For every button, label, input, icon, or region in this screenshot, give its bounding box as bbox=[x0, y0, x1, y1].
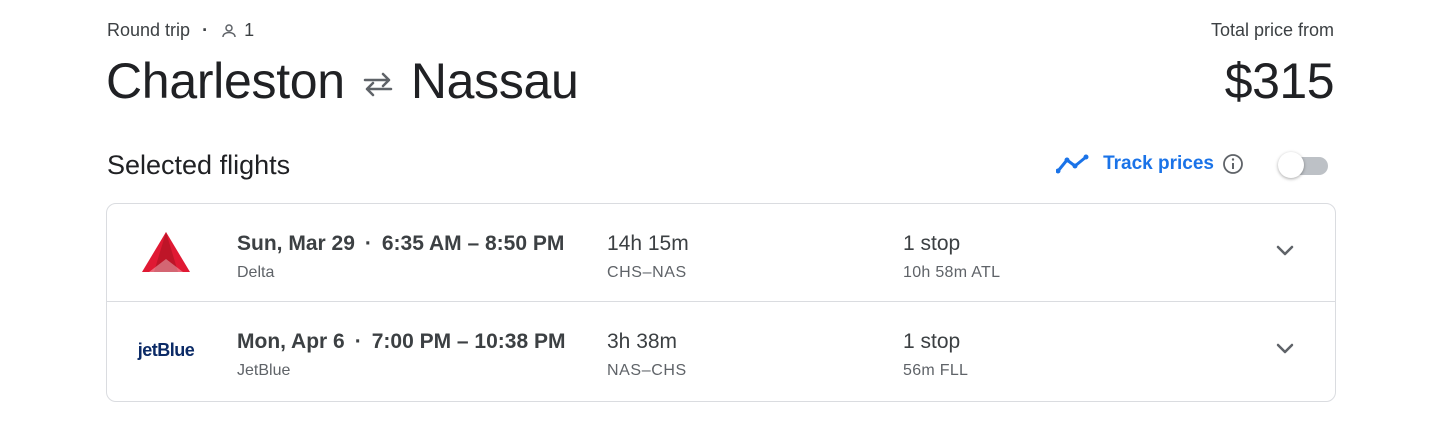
route-heading: Charleston Nassau bbox=[106, 52, 579, 110]
chevron-down-icon[interactable] bbox=[1275, 342, 1295, 356]
flight-date: Sun, Mar 29 bbox=[237, 232, 355, 255]
stop-count: 1 stop bbox=[903, 232, 961, 255]
info-icon[interactable] bbox=[1222, 153, 1244, 175]
jetblue-logo-text: jetBlue bbox=[137, 339, 195, 360]
flight-row-outbound[interactable]: Sun, Mar 29 · 6:35 AM – 8:50 PM Delta 14h … bbox=[107, 204, 1335, 302]
trend-line-icon bbox=[1056, 154, 1089, 174]
chevron-down-icon[interactable] bbox=[1275, 244, 1295, 258]
selected-flights-card: Sun, Mar 29 · 6:35 AM – 8:50 PM Delta 14h … bbox=[106, 203, 1336, 402]
stop-count: 1 stop bbox=[903, 330, 961, 353]
delta-logo-icon bbox=[142, 232, 190, 272]
flight-times: Sun, Mar 29 · 6:35 AM – 8:50 PM bbox=[237, 232, 564, 256]
dot-separator: · bbox=[364, 232, 372, 255]
flight-date: Mon, Apr 6 bbox=[237, 330, 345, 353]
airline-name: Delta bbox=[237, 264, 275, 281]
trip-meta: Round trip · 1 bbox=[107, 20, 254, 41]
flight-times: Mon, Apr 6 · 7:00 PM – 10:38 PM bbox=[237, 330, 565, 354]
section-title: Selected flights bbox=[107, 150, 291, 180]
track-prices: Track prices bbox=[1056, 150, 1330, 178]
delta-logo bbox=[139, 228, 193, 276]
trip-type: Round trip bbox=[107, 20, 191, 40]
flight-time-range: 6:35 AM – 8:50 PM bbox=[381, 232, 565, 255]
price-label: Total price from bbox=[1210, 20, 1334, 40]
flight-duration: 14h 15m bbox=[607, 232, 689, 255]
flight-row-return[interactable]: jetBlue Mon, Apr 6 · 7:00 PM – 10:38 PM Je… bbox=[107, 302, 1335, 400]
meta-separator: · bbox=[202, 20, 209, 40]
layover-info: 56m FLL bbox=[903, 362, 969, 379]
flight-time-range: 7:00 PM – 10:38 PM bbox=[371, 330, 566, 353]
toggle-knob bbox=[1278, 152, 1304, 178]
dot-separator: · bbox=[354, 330, 362, 353]
track-prices-toggle[interactable] bbox=[1278, 150, 1330, 178]
person-icon bbox=[222, 23, 236, 37]
total-price: $315 bbox=[1224, 53, 1335, 109]
airline-name: JetBlue bbox=[237, 362, 291, 379]
swap-arrows-icon bbox=[363, 72, 393, 97]
jetblue-logo: jetBlue bbox=[137, 326, 195, 374]
route-code: CHS–NAS bbox=[607, 264, 687, 281]
route-code: NAS–CHS bbox=[607, 362, 687, 379]
destination-city: Nassau bbox=[410, 53, 579, 109]
track-prices-label[interactable]: Track prices bbox=[1103, 153, 1214, 175]
layover-info: 10h 58m ATL bbox=[903, 264, 1001, 281]
flight-duration: 3h 38m bbox=[607, 330, 678, 353]
origin-city: Charleston bbox=[106, 53, 345, 109]
passenger-count: 1 bbox=[244, 20, 255, 40]
